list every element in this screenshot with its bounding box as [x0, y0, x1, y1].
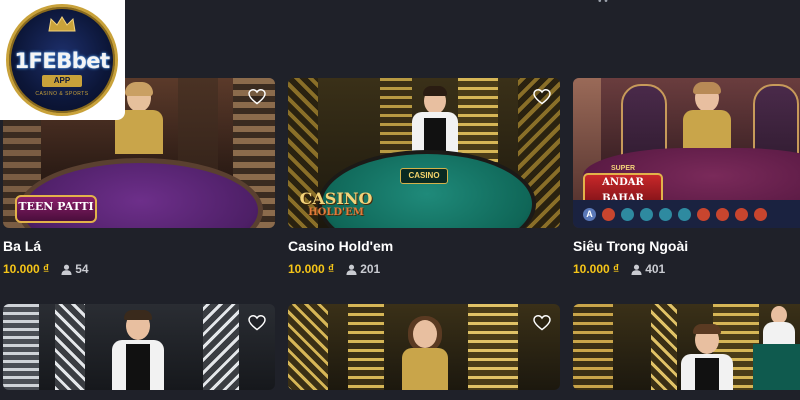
player-count: 401 [645, 262, 666, 276]
crown-icon [48, 16, 76, 32]
user-icon [61, 264, 72, 275]
game-title[interactable]: Ba Lá [3, 238, 275, 254]
player-count: 54 [75, 262, 89, 276]
bead-teal [678, 207, 691, 221]
game-title[interactable]: Siêu Trong Ngoài [573, 238, 800, 254]
game-card-row2-2[interactable] [288, 304, 560, 390]
game-meta: 10.000 ₫ 54 [3, 261, 275, 277]
game-thumbnail[interactable]: SUPER ANDAR BAHAR A [573, 78, 800, 228]
game-title[interactable]: Casino Hold'em [288, 238, 560, 254]
table-edge [753, 344, 800, 390]
game-thumbnail[interactable] [3, 304, 275, 390]
game-meta: 10.000 ₫ 401 [573, 261, 800, 277]
brand-logo[interactable]: 1FEBbet APP CASINO & SPORTS [0, 0, 125, 120]
bead-red [697, 207, 710, 221]
favorite-heart-icon[interactable] [533, 89, 551, 105]
scroll-hint-icon: • • [598, 0, 608, 7]
logo-line-1: CASINO [299, 189, 373, 208]
bead-road: A [573, 200, 800, 228]
bead-teal [621, 207, 634, 221]
game-card-casino-holdem[interactable]: CASINO CASINO HOLD'EM Casino Hold'em 10.… [288, 78, 560, 277]
bead-teal [659, 207, 672, 221]
logo-line-2: HOLD'EM [308, 207, 364, 218]
game-card-row2-3[interactable] [573, 304, 800, 390]
user-icon [631, 264, 642, 275]
min-bet: 10.000 ₫ [573, 262, 620, 276]
game-thumbnail[interactable] [573, 304, 800, 390]
bead-red [716, 207, 729, 221]
game-card-row2-1[interactable] [3, 304, 275, 390]
favorite-heart-icon[interactable] [533, 315, 551, 331]
game-thumbnail[interactable] [288, 304, 560, 390]
min-bet: 10.000 ₫ [3, 262, 50, 276]
dealer [108, 310, 168, 390]
table-logo: CASINO [400, 168, 448, 184]
casino-holdem-logo: CASINO HOLD'EM [294, 190, 378, 218]
game-meta: 10.000 ₫ 201 [288, 261, 560, 277]
dealer [398, 316, 452, 390]
favorite-heart-icon[interactable] [248, 89, 266, 105]
logo-tag: APP [42, 75, 82, 87]
favorite-heart-icon[interactable] [248, 315, 266, 331]
game-thumbnail[interactable]: CASINO CASINO HOLD'EM [288, 78, 560, 228]
user-icon [346, 264, 357, 275]
logo-badge: 1FEBbet APP CASINO & SPORTS [6, 4, 118, 116]
dealer [677, 324, 737, 390]
bead-red [754, 207, 767, 221]
logo-subtitle: CASINO & SPORTS [35, 91, 89, 97]
bead-red [602, 207, 615, 221]
dealer-secondary [761, 306, 797, 346]
teen-patti-logo: TEEN PATTI [15, 195, 97, 223]
bead-red [735, 207, 748, 221]
bead-teal [640, 207, 653, 221]
logo-text: 1FEBbet [14, 49, 110, 73]
game-card-sieu-trong-ngoai[interactable]: SUPER ANDAR BAHAR A Siêu Trong Ngoài 10.… [573, 78, 800, 277]
bead-a: A [583, 207, 596, 221]
player-count: 201 [360, 262, 381, 276]
logo-super: SUPER [610, 165, 636, 172]
andar-bahar-logo: SUPER ANDAR BAHAR [583, 164, 663, 209]
min-bet: 10.000 ₫ [288, 262, 335, 276]
dealer [679, 82, 735, 156]
